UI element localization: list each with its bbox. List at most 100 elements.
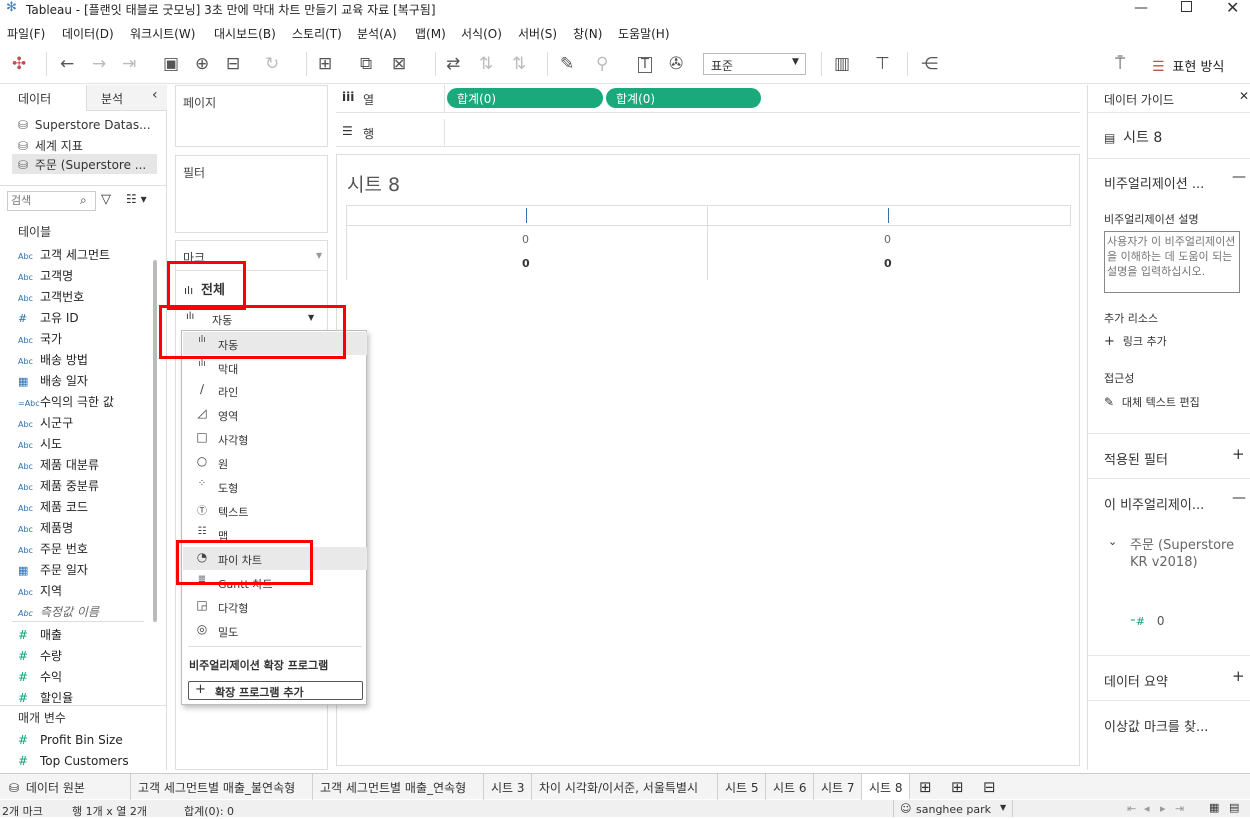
columns-shelf[interactable]: iii 열 합계(0) 합계(0) — [336, 85, 1080, 113]
group-icon[interactable]: ⚲ — [596, 54, 608, 74]
menu-item-circle[interactable]: ○ 원 — [183, 451, 367, 474]
edit-alt-text-button[interactable]: ✎ 대체 텍스트 편집 — [1104, 394, 1200, 410]
undo-icon[interactable]: ← — [60, 54, 74, 74]
menu-help[interactable]: 도움말(H) — [618, 25, 670, 42]
menu-server[interactable]: 서버(S) — [518, 25, 557, 42]
tab-datasource[interactable]: ⛁ 데이터 원본 — [0, 774, 131, 800]
field-item[interactable]: Abc 고객명 — [18, 267, 73, 285]
nav-first-icon[interactable]: ⇤ — [1127, 802, 1136, 815]
menu-data[interactable]: 데이터(D) — [62, 25, 114, 42]
applied-filters-header[interactable]: 적용된 필터 — [1104, 449, 1168, 468]
field-item[interactable]: Abc 측정값 이름 — [18, 603, 99, 621]
field-item[interactable]: Abc 제품명 — [18, 519, 73, 537]
field-item[interactable]: Abc 주문 번호 — [18, 540, 88, 558]
field-item[interactable]: ▦ 배송 일자 — [18, 372, 88, 390]
field-item[interactable]: Abc 고객 세그먼트 — [18, 246, 110, 264]
new-sheet-icon[interactable]: ⊞ — [919, 778, 932, 796]
list-view-icon[interactable]: ▤ — [1229, 801, 1239, 814]
sheet-tab[interactable]: 고객 세그먼트별 매출_불연속형 — [131, 774, 313, 800]
chevron-down-icon[interactable]: ⌄ — [1108, 535, 1117, 548]
menu-map[interactable]: 맵(M) — [415, 25, 446, 42]
field-item[interactable]: Abc 제품 대분류 — [18, 456, 99, 474]
pages-shelf[interactable]: 페이지 — [175, 85, 328, 147]
filter-icon[interactable]: ▽ — [101, 192, 111, 207]
new-datasource-icon[interactable]: ⊕ — [195, 54, 209, 74]
measure-item[interactable]: # 수량 — [18, 647, 62, 665]
maximize-icon[interactable] — [1181, 1, 1192, 12]
field-item[interactable]: Abc 시군구 — [18, 414, 73, 432]
search-box[interactable]: ⌕ — [7, 191, 96, 211]
chevron-down-icon[interactable]: ▼ — [316, 251, 322, 260]
swap-icon[interactable]: ⇄ — [446, 54, 460, 74]
param-item[interactable]: # Profit Bin Size — [18, 733, 123, 751]
menu-analysis[interactable]: 분석(A) — [357, 25, 397, 42]
add-link-button[interactable]: + 링크 추가 — [1104, 333, 1167, 349]
expand-icon[interactable]: + — [1232, 667, 1245, 685]
pin-icon[interactable]: ✇ — [669, 54, 683, 74]
field-item[interactable]: Abc 배송 방법 — [18, 351, 88, 369]
save-icon[interactable]: ▣ — [163, 54, 179, 74]
close-icon[interactable]: ✕ — [1239, 89, 1249, 103]
field-item[interactable]: Abc 제품 중분류 — [18, 477, 99, 495]
data-summary-header[interactable]: 데이터 요약 — [1104, 671, 1168, 690]
add-extension-button[interactable]: + 확장 프로그램 추가 — [188, 681, 363, 700]
viz-section-header[interactable]: 비주얼리제이션 ... — [1104, 173, 1204, 192]
nav-last-icon[interactable]: ⇥ — [1175, 802, 1184, 815]
nav-prev-icon[interactable]: ◂ — [1144, 802, 1150, 815]
new-worksheet-icon[interactable]: ⊞ — [318, 54, 332, 74]
menu-item-area[interactable]: ◿ 영역 — [183, 403, 367, 426]
field-item[interactable]: Abc 제품 코드 — [18, 498, 88, 516]
sheet-tab[interactable]: 시트 6 — [766, 774, 814, 800]
field-item[interactable]: ▦ 주문 일자 — [18, 561, 88, 579]
field-item[interactable]: # 고유 ID — [18, 309, 79, 327]
sheet-tab[interactable]: 시트 3 — [484, 774, 532, 800]
filters-shelf[interactable]: 필터 — [175, 155, 328, 233]
menu-item-shape[interactable]: ⁘ 도형 — [183, 475, 367, 498]
outliers-header[interactable]: 이상값 마크를 찾... — [1104, 716, 1208, 735]
menu-item-square[interactable]: □ 사각형 — [183, 427, 367, 450]
presentation-icon[interactable]: ⊤ — [875, 54, 890, 74]
show-me-button[interactable]: ☰ 표현 방식 — [1152, 56, 1224, 75]
minimize-icon[interactable]: — — [1134, 0, 1148, 16]
menu-format[interactable]: 서식(O) — [461, 25, 502, 42]
sort-asc-icon[interactable]: ⇅ — [479, 54, 493, 74]
datasource-item[interactable]: ⛁ Superstore Datas... — [18, 118, 151, 132]
datasource-item-selected[interactable]: ⛁ 주문 (Superstore ... — [12, 154, 157, 174]
pause-update-icon[interactable]: ⊟ — [226, 54, 240, 74]
grid-view-icon[interactable]: ▦ — [1209, 801, 1219, 814]
scrollbar[interactable] — [153, 260, 157, 622]
share-icon[interactable]: ⋲ — [921, 54, 938, 74]
menu-story[interactable]: 스토리(T) — [292, 25, 342, 42]
menu-item-line[interactable]: ∕ 라인 — [183, 379, 367, 402]
menu-item-polygon[interactable]: ◲ 다각형 — [183, 595, 367, 618]
column-pill[interactable]: 합계(0) — [447, 88, 603, 108]
sheet-tab[interactable]: 시트 5 — [718, 774, 766, 800]
menu-window[interactable]: 창(N) — [573, 25, 602, 42]
clear-sheet-icon[interactable]: ⊠ — [392, 54, 406, 74]
tableau-icon[interactable]: ✣ — [12, 54, 26, 74]
show-cards-icon[interactable]: ▥ — [834, 54, 850, 74]
field-item[interactable]: =Abc수익의 극한 값 — [18, 393, 114, 411]
sheet-tab[interactable]: 고객 세그먼트별 매출_연속형 — [313, 774, 484, 800]
menu-item-bar[interactable]: ılı 막대 — [183, 356, 367, 379]
param-item[interactable]: # Top Customers — [18, 754, 129, 772]
new-story-icon[interactable]: ⊟ — [983, 778, 996, 796]
field-item[interactable]: Abc 국가 — [18, 330, 62, 348]
duplicate-sheet-icon[interactable]: ⧉ — [360, 54, 372, 74]
tab-data[interactable]: 데이터 — [18, 90, 51, 107]
labels-icon[interactable]: T — [638, 57, 652, 73]
collapse-icon[interactable]: — — [1232, 490, 1246, 506]
measure-item[interactable]: # 수익 — [18, 668, 62, 686]
column-pill[interactable]: 합계(0) — [606, 88, 761, 108]
measure-item[interactable]: # 매출 — [18, 626, 62, 644]
menu-item-text[interactable]: Ⓣ 텍스트 — [183, 499, 367, 522]
format-painter-icon[interactable]: ⍑ — [1115, 54, 1125, 74]
user-menu[interactable]: ☺ sanghee park ▼ — [893, 800, 1013, 817]
menu-file[interactable]: 파일(F) — [7, 25, 45, 42]
refresh-icon[interactable]: ↻ — [265, 54, 279, 74]
menu-item-density[interactable]: ◎ 밀도 — [183, 619, 367, 642]
view-options-icon[interactable]: ☷ ▾ — [126, 192, 147, 206]
sheet-tab-active[interactable]: 시트 8 — [862, 774, 910, 800]
new-dashboard-icon[interactable]: ⊞ — [951, 778, 964, 796]
highlight-icon[interactable]: ✎ — [560, 54, 574, 74]
